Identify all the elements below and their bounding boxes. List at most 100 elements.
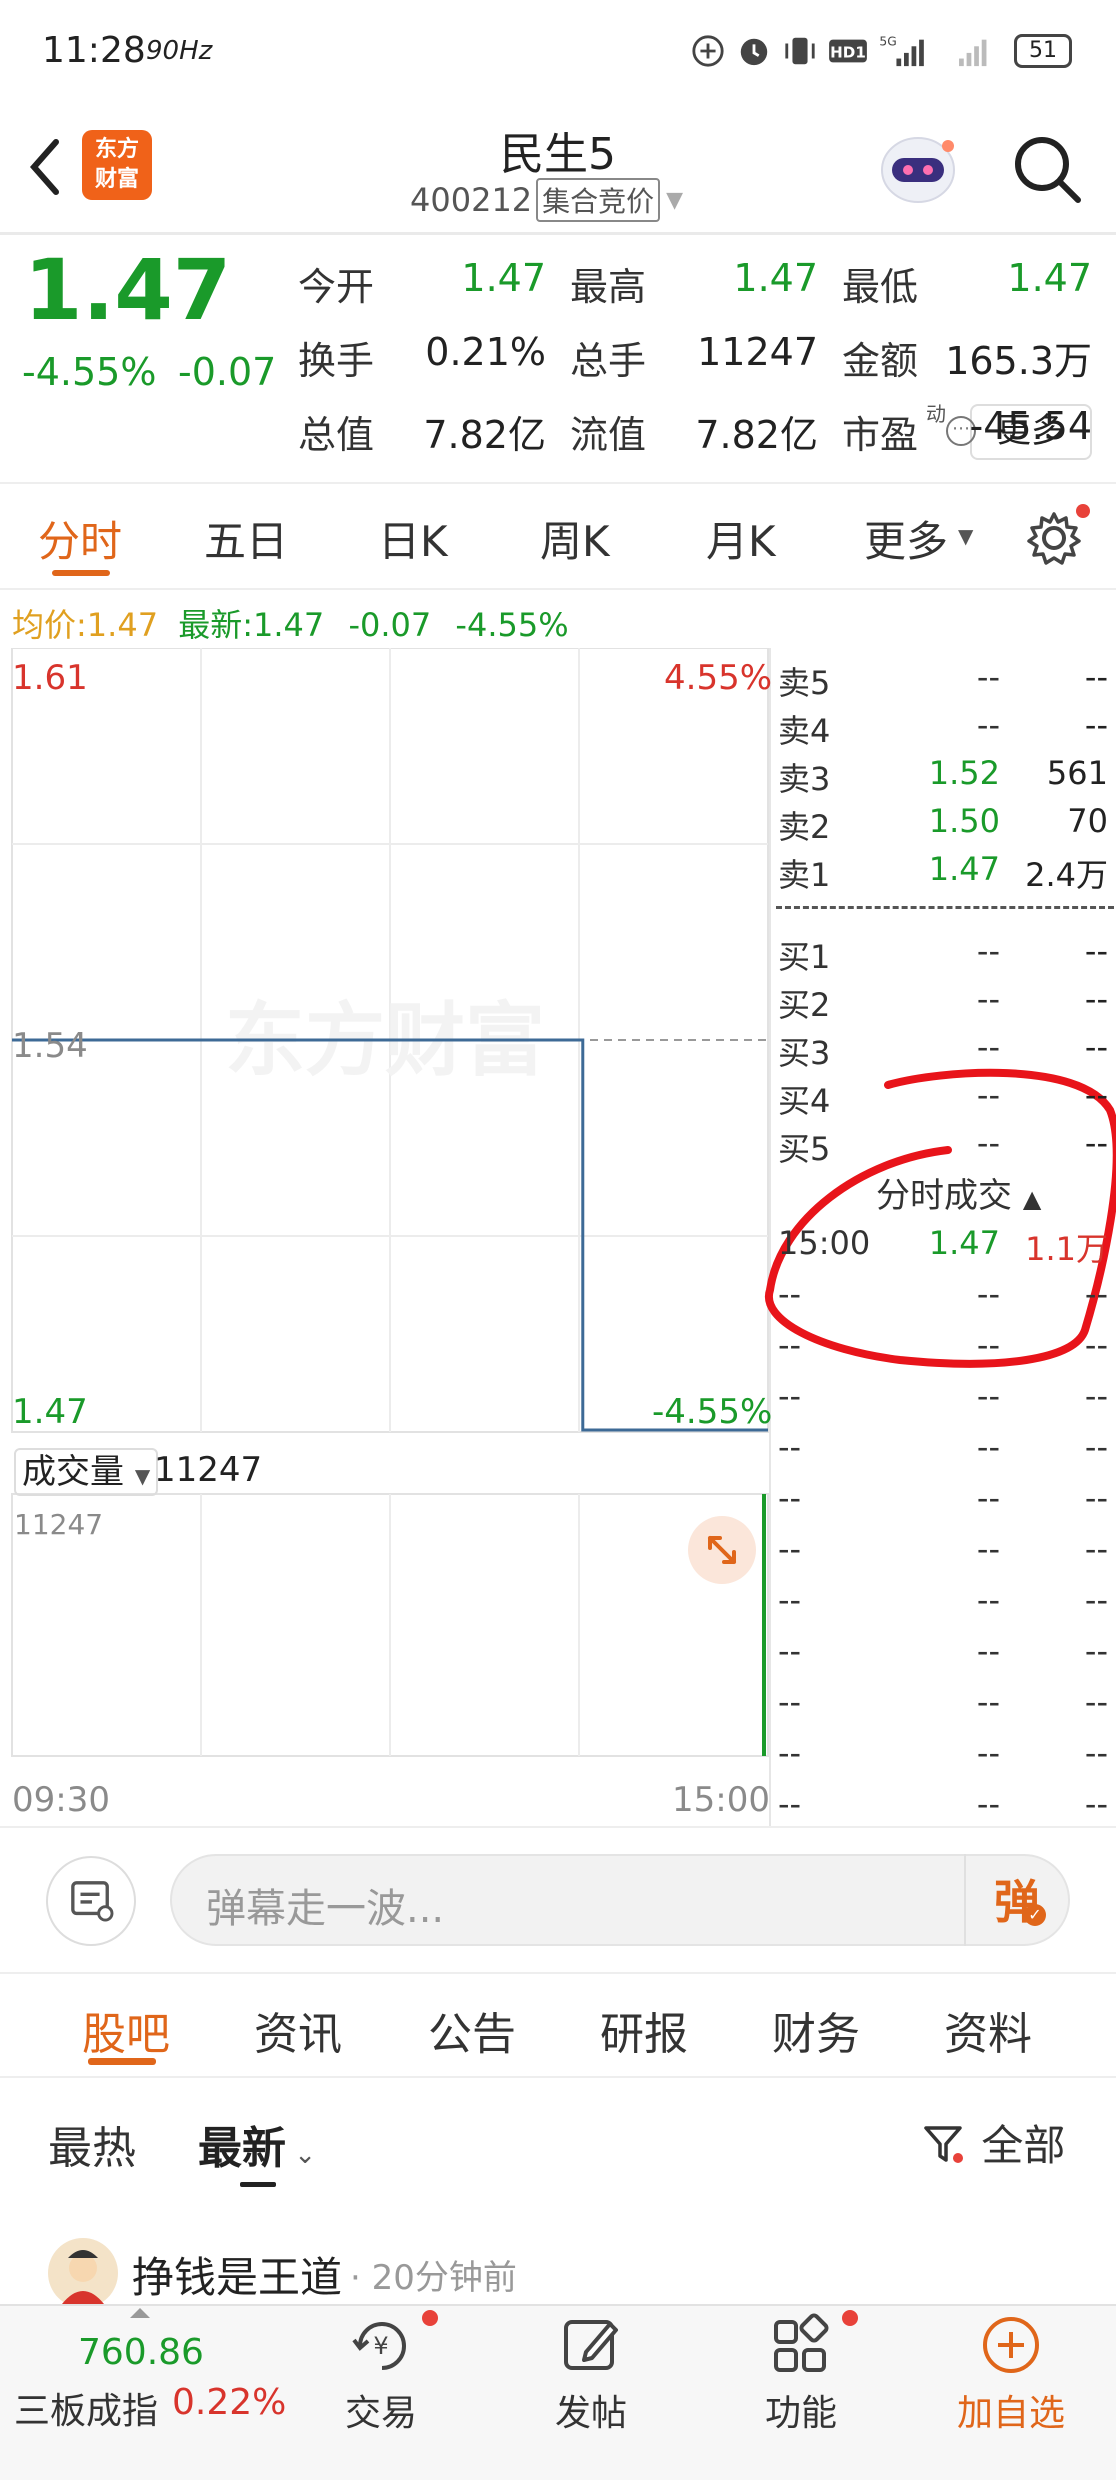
quote-label: 最高	[570, 265, 647, 309]
expand-icon[interactable]	[688, 1516, 756, 1584]
latest-label: 最新:	[178, 606, 254, 644]
filter-new[interactable]: 最新 ⌄	[198, 2112, 316, 2176]
compose-icon[interactable]	[556, 2310, 626, 2380]
order-book-row: 卖5 -- --	[778, 658, 1112, 702]
trade-volume: --	[1084, 1632, 1108, 1670]
danmu-settings-icon[interactable]	[46, 1856, 136, 1946]
trade-time: --	[778, 1683, 802, 1721]
nav-item-label[interactable]: 交易	[321, 2384, 441, 2436]
quote-value: 7.82亿	[423, 413, 546, 457]
content-tab[interactable]: 股吧	[82, 1998, 170, 2062]
divider	[0, 232, 1116, 235]
chart-tab[interactable]: 更多	[864, 508, 948, 569]
change-amount: -0.07	[178, 350, 277, 394]
check-icon: ✓	[1024, 1904, 1046, 1926]
quote-value: 11247	[697, 330, 818, 374]
trade-price: --	[976, 1377, 1000, 1415]
index-value[interactable]: 760.86	[78, 2332, 204, 2373]
avatar-image	[62, 2250, 104, 2304]
volume-layer	[762, 1494, 766, 1756]
chart-tab[interactable]: 分时	[38, 508, 122, 569]
order-volume: --	[1084, 706, 1108, 744]
chart-tab[interactable]: 周K	[540, 508, 610, 569]
trade-time: --	[778, 1377, 802, 1415]
post-author[interactable]: 挣钱是王道	[132, 2244, 342, 2305]
trade-price: --	[976, 1785, 1000, 1823]
quote-label-superscript: 动	[926, 402, 946, 426]
avg-value: 1.47	[86, 606, 159, 644]
content-tab[interactable]: 财务	[772, 1998, 860, 2062]
stock-code-row[interactable]: 400212 集合竞价 ▼	[410, 178, 683, 222]
latest-value: 1.47	[253, 606, 325, 644]
index-change: 0.22%	[172, 2382, 287, 2423]
apps-grid-icon[interactable]	[766, 2310, 836, 2380]
trade-volume: --	[1084, 1428, 1108, 1466]
svg-text:5G: 5G	[879, 34, 896, 48]
filter-hot[interactable]: 最热	[48, 2112, 136, 2176]
order-volume: --	[1084, 1028, 1108, 1066]
signal-5g-icon: 5G	[879, 34, 924, 67]
filter-all[interactable]: 全部	[920, 2112, 1065, 2173]
order-price: --	[976, 1028, 1000, 1066]
gear-icon[interactable]	[1024, 508, 1084, 568]
order-level-label: 买5	[778, 1130, 831, 1168]
trading-mode-badge: 集合竞价	[536, 178, 661, 222]
chart-tab[interactable]: 五日	[204, 508, 288, 569]
order-book-row: 卖4 -- --	[778, 706, 1112, 750]
content-tab[interactable]: 研报	[600, 1998, 688, 2062]
trade-time: --	[778, 1326, 802, 1364]
trade-time: 15:00	[778, 1224, 871, 1262]
nav-item-label[interactable]: 加自选	[951, 2384, 1071, 2436]
caret-down-icon: ▼	[666, 187, 684, 213]
search-icon[interactable]	[1010, 132, 1084, 206]
content-tab[interactable]: 资料	[944, 1998, 1032, 2062]
trades-header[interactable]: 分时成交 ▲	[876, 1168, 1041, 1217]
trade-volume: --	[1084, 1275, 1108, 1313]
trade-price: --	[976, 1530, 1000, 1568]
quote-label: 换手	[298, 339, 375, 383]
quote-label: 最低	[842, 265, 919, 309]
current-price: 1.47	[24, 241, 232, 339]
price-summary-row: 均价:1.47 最新:1.47 -0.07 -4.55%	[12, 600, 569, 646]
order-price: 1.50	[928, 802, 1000, 840]
filter-underline	[240, 2182, 276, 2187]
order-book-row: 卖2 1.50 70	[778, 802, 1112, 846]
order-volume: --	[1084, 1124, 1108, 1162]
alarm-icon	[740, 38, 768, 66]
avatar[interactable]	[48, 2238, 118, 2308]
trade-row: -- -- --	[778, 1428, 1112, 1472]
nav-item-label[interactable]: 发帖	[531, 2384, 651, 2436]
volume-value: 11247	[154, 1450, 263, 1490]
quote-value: 7.82亿	[695, 413, 818, 457]
vibrate-icon	[785, 37, 815, 65]
order-level-label: 卖5	[778, 664, 831, 702]
order-price: --	[976, 658, 1000, 696]
trade-price: --	[976, 1683, 1000, 1721]
add-watchlist-icon[interactable]	[976, 2310, 1046, 2380]
content-tab[interactable]: 公告	[428, 1998, 516, 2062]
robot-assistant-icon[interactable]	[876, 128, 960, 208]
y-axis-top-label: 1.61	[12, 658, 88, 698]
notification-dot	[1076, 504, 1090, 518]
chart-tab[interactable]: 月K	[706, 508, 776, 569]
status-bar: 11:28 90Hz HD1 5G 51	[0, 0, 1116, 100]
danmu-send-button[interactable]: 弹 ✓	[964, 1854, 1070, 1946]
trade-row: -- -- --	[778, 1275, 1112, 1319]
order-price: --	[976, 1076, 1000, 1114]
trade-row: -- -- --	[778, 1632, 1112, 1676]
trade-row: -- -- --	[778, 1377, 1112, 1421]
order-price: --	[976, 706, 1000, 744]
notification-dot	[422, 2310, 438, 2326]
order-book-row: 买2 -- --	[778, 980, 1112, 1024]
quote-value: -45.54	[969, 404, 1093, 448]
trade-icon[interactable]: ¥	[346, 2310, 416, 2380]
nav-item-label[interactable]: 功能	[741, 2384, 861, 2436]
order-level-label: 买3	[778, 1034, 831, 1072]
content-tab[interactable]: 资讯	[254, 1998, 342, 2062]
index-name[interactable]: 三板成指	[14, 2382, 158, 2434]
volume-indicator-select[interactable]: 成交量 ▼	[14, 1448, 159, 1496]
quote-value: 165.3万	[945, 339, 1092, 383]
notification-dot	[842, 2310, 858, 2326]
trade-row: -- -- --	[778, 1683, 1112, 1727]
chart-tab[interactable]: 日K	[378, 508, 448, 569]
